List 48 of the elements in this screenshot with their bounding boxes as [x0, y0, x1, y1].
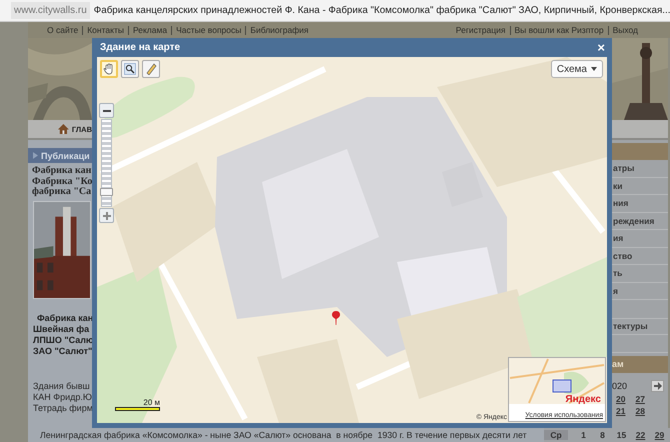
day-link[interactable]: 22	[631, 430, 650, 440]
menu-header	[612, 143, 668, 160]
menu-link[interactable]: ть	[613, 268, 622, 278]
text-line: КАН Фридр.Ю	[33, 392, 92, 402]
site-link[interactable]: Реклама	[128, 26, 172, 34]
site-link[interactable]: Частые вопросы	[171, 26, 246, 34]
menu-link[interactable]: ния	[613, 198, 628, 208]
triangle-icon	[33, 152, 38, 159]
weekday-label: Ср	[544, 430, 568, 440]
menu-link[interactable]: я	[613, 286, 618, 296]
next-month-button[interactable]	[651, 380, 664, 392]
day-link[interactable]: 29	[650, 430, 669, 440]
menu-link[interactable]: реждения	[613, 216, 654, 226]
article-title: Фабрика "Ко	[32, 176, 92, 186]
user-link[interactable]: Вы вошли как Ризптор	[510, 26, 608, 34]
text-line: Тетрадь фирм	[33, 402, 92, 414]
site-link[interactable]: О сайте	[43, 26, 82, 34]
close-button[interactable]: ×	[595, 42, 607, 54]
menu-link[interactable]: атры	[613, 163, 634, 174]
user-link[interactable]: Регистрация	[452, 26, 510, 34]
text-line: Швейная фа	[33, 324, 90, 334]
dialog-title: Здание на карте	[100, 42, 180, 53]
site-link[interactable]: Контакты	[82, 26, 128, 34]
menu-link[interactable]: ство	[613, 250, 632, 261]
calendar-year: 020	[612, 380, 628, 390]
page-title: Фабрика канцелярских принадлежностей Ф. Кана - Фабрика "Комсомолка" фабрика "Салют" ЗАО, Кирпичный, Кронверкская...	[94, 5, 670, 16]
arrow-icon	[654, 382, 662, 390]
site-link[interactable]: Библиография	[245, 26, 313, 34]
text-line: ЗАО "Салют"	[33, 346, 92, 356]
day-link[interactable]: 20	[616, 394, 626, 404]
user-link[interactable]: Выход	[608, 26, 642, 34]
day-number: 15	[616, 430, 628, 440]
day-number: 1	[580, 430, 587, 440]
day-number: 8	[599, 430, 606, 440]
day-link[interactable]: 27	[635, 394, 645, 404]
menu-link[interactable]: ия	[613, 233, 624, 244]
day-link[interactable]: 28	[635, 406, 645, 416]
url-field[interactable]: www.citywalls.ru	[11, 2, 90, 19]
day-link[interactable]: 21	[616, 406, 626, 416]
article-text: Ленинградская фабрика «Комсомолка» - ныне ЗАО «Салют» основана в ноябре 1930 г. В течение первых десяти лет	[40, 430, 527, 440]
header-text: ам	[612, 359, 624, 369]
menu-link[interactable]: ки	[613, 180, 622, 191]
article-title: фабрика "Са	[32, 187, 92, 198]
article-title: Фабрика кан	[32, 166, 92, 176]
menu-link[interactable]: тектуры	[613, 321, 648, 332]
section-title: Публикаци	[41, 150, 90, 160]
house-icon	[58, 124, 69, 134]
text-line: Здания бывш	[33, 380, 91, 392]
